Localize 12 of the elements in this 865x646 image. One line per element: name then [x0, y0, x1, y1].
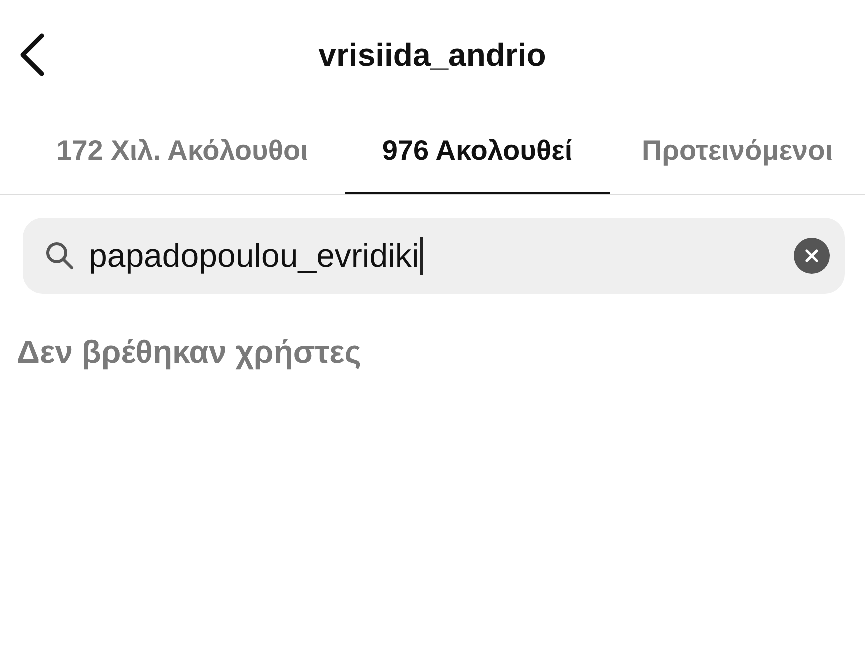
clear-button[interactable] [794, 238, 830, 274]
search-field[interactable]: papadopoulou_evridiki [23, 218, 845, 294]
tab[interactable]: Προτεινόμενοι [610, 110, 865, 194]
close-icon [805, 249, 819, 263]
search-text: papadopoulou_evridiki [89, 237, 420, 275]
search-icon [45, 241, 75, 271]
no-results-message: Δεν βρέθηκαν χρήστες [17, 334, 362, 371]
tab[interactable]: 172 Χιλ. Ακόλουθοι [20, 110, 345, 194]
chevron-left-icon [18, 33, 46, 77]
tab[interactable]: 976 Ακολουθεί [345, 110, 610, 194]
back-button[interactable] [18, 33, 46, 77]
username-title: vrisiida_andrio [318, 36, 546, 74]
